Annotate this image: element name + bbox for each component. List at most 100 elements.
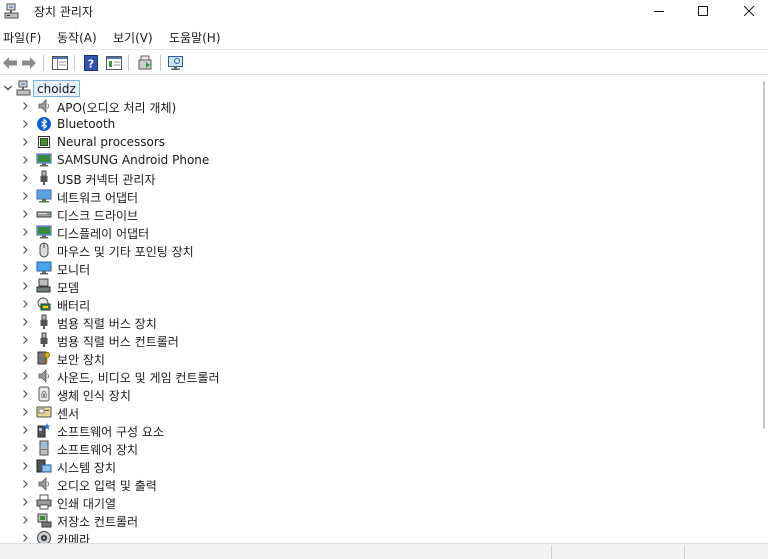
tree-item[interactable]: 보안 장치: [0, 349, 760, 367]
tree-item-label: 디스플레이 어댑터: [57, 227, 150, 241]
chevron-right-icon[interactable]: [20, 227, 30, 237]
tree-item[interactable]: 디스크 드라이브: [0, 205, 760, 223]
window-title: 장치 관리자: [34, 5, 94, 19]
maximize-icon: [698, 6, 708, 16]
tree-item[interactable]: 디스플레이 어댑터: [0, 223, 760, 241]
tree-item-label: 시스템 장치: [57, 461, 117, 475]
close-button[interactable]: [726, 0, 768, 22]
tree-item[interactable]: 인쇄 대기열: [0, 493, 760, 511]
device-tree: choidz APO(오디오 처리 개체) Bluetooth Neural pro…: [0, 77, 768, 543]
tree-item[interactable]: 모뎀: [0, 277, 760, 295]
chevron-right-icon[interactable]: [20, 497, 30, 507]
chevron-right-icon[interactable]: [20, 281, 30, 291]
minimize-icon: [654, 11, 664, 12]
tree-item[interactable]: 범용 직렬 버스 장치: [0, 313, 760, 331]
title-bar: 장치 관리자: [0, 0, 768, 22]
chevron-right-icon[interactable]: [20, 101, 30, 111]
chevron-right-icon[interactable]: [20, 479, 30, 489]
tree-root-row[interactable]: choidz: [0, 79, 760, 97]
show-hide-console-tree-button[interactable]: [50, 54, 70, 72]
tree-item-label: 네트워크 어댑터: [57, 191, 139, 205]
chevron-right-icon[interactable]: [20, 137, 30, 147]
show-hide-console-tree-icon: [52, 56, 68, 70]
tree-item[interactable]: 소프트웨어 구성 요소: [0, 421, 760, 439]
phone-icon: [36, 153, 52, 167]
tree-item-label: Bluetooth: [57, 117, 116, 131]
modem-icon: [36, 278, 51, 293]
speaker-icon: [38, 369, 49, 383]
close-icon: [744, 6, 754, 16]
tree-item[interactable]: USB 커넥터 관리자: [0, 169, 760, 187]
chevron-right-icon[interactable]: [20, 443, 30, 453]
scan-hardware-icon: [168, 56, 183, 70]
chevron-right-icon[interactable]: [20, 317, 30, 327]
back-button[interactable]: [0, 54, 20, 72]
chevron-right-icon[interactable]: [20, 209, 30, 219]
tree-item[interactable]: 마우스 및 기타 포인팅 장치: [0, 241, 760, 259]
scrollbar-thumb[interactable]: [763, 81, 765, 429]
tree-item[interactable]: 오디오 입력 및 출력: [0, 475, 760, 493]
minimize-button[interactable]: [636, 0, 682, 22]
update-driver-button[interactable]: [135, 54, 155, 72]
chevron-right-icon[interactable]: [20, 335, 30, 345]
menu-file[interactable]: 파일(F): [3, 29, 41, 46]
chevron-right-icon[interactable]: [20, 191, 30, 201]
chevron-right-icon[interactable]: [20, 353, 30, 363]
tree-item[interactable]: 소프트웨어 장치: [0, 439, 760, 457]
chevron-right-icon[interactable]: [20, 173, 30, 183]
tree-item[interactable]: Bluetooth: [0, 115, 760, 133]
properties-button[interactable]: [104, 54, 124, 72]
toolbar-separator: [43, 55, 44, 71]
tree-item[interactable]: 저장소 컨트롤러: [0, 511, 760, 529]
tree-item[interactable]: 생체 인식 장치: [0, 385, 760, 403]
menu-action[interactable]: 동작(A): [57, 29, 97, 46]
menu-help[interactable]: 도움말(H): [169, 29, 221, 46]
vertical-scrollbar[interactable]: [760, 77, 768, 543]
maximize-button[interactable]: [680, 0, 726, 22]
help-button[interactable]: ?: [81, 54, 101, 72]
chevron-right-icon[interactable]: [20, 461, 30, 471]
network-icon: [36, 189, 52, 203]
chip-icon: [38, 136, 50, 148]
toolbar-separator: [128, 55, 129, 71]
tree-item-label: 배터리: [57, 299, 91, 313]
tree-item[interactable]: 모니터: [0, 259, 760, 277]
chevron-right-icon[interactable]: [20, 245, 30, 255]
chevron-right-icon[interactable]: [20, 407, 30, 417]
chevron-down-icon[interactable]: [3, 83, 13, 93]
sensor-icon: [36, 406, 52, 418]
tree-item[interactable]: 시스템 장치: [0, 457, 760, 475]
tree-item[interactable]: 사운드, 비디오 및 게임 컨트롤러: [0, 367, 760, 385]
disk-icon: [36, 211, 52, 218]
tree-item[interactable]: Neural processors: [0, 133, 760, 151]
software-device-icon: [39, 440, 49, 456]
tree-item[interactable]: 배터리: [0, 295, 760, 313]
tree-item[interactable]: SAMSUNG Android Phone: [0, 151, 760, 169]
forward-icon: [22, 57, 36, 69]
tree-item[interactable]: 네트워크 어댑터: [0, 187, 760, 205]
chevron-right-icon[interactable]: [20, 389, 30, 399]
chevron-right-icon[interactable]: [20, 119, 30, 129]
tree-item[interactable]: 범용 직렬 버스 컨트롤러: [0, 331, 760, 349]
tree-item-label: 보안 장치: [57, 353, 105, 367]
scan-hardware-button[interactable]: [166, 54, 186, 72]
tree-item-label: 센서: [57, 407, 80, 421]
chevron-right-icon[interactable]: [20, 425, 30, 435]
chevron-right-icon[interactable]: [20, 263, 30, 273]
tree-root-label[interactable]: choidz: [33, 80, 80, 97]
help-icon: ?: [84, 55, 98, 71]
chevron-right-icon[interactable]: [20, 299, 30, 309]
tree-item-label: 마우스 및 기타 포인팅 장치: [57, 245, 194, 259]
tree-item[interactable]: APO(오디오 처리 개체): [0, 97, 760, 115]
chevron-right-icon[interactable]: [20, 533, 30, 543]
menu-view[interactable]: 보기(V): [113, 29, 153, 46]
chevron-right-icon[interactable]: [20, 155, 30, 165]
tree-item-label: 디스크 드라이브: [57, 209, 139, 223]
chevron-right-icon[interactable]: [20, 371, 30, 381]
software-component-icon: [37, 423, 51, 438]
chevron-right-icon[interactable]: [20, 515, 30, 525]
forward-button[interactable]: [19, 54, 39, 72]
tree-item[interactable]: 카메라: [0, 529, 760, 543]
tree-item[interactable]: 센서: [0, 403, 760, 421]
menu-bar: 파일(F) 동작(A) 보기(V) 도움말(H): [0, 25, 768, 47]
